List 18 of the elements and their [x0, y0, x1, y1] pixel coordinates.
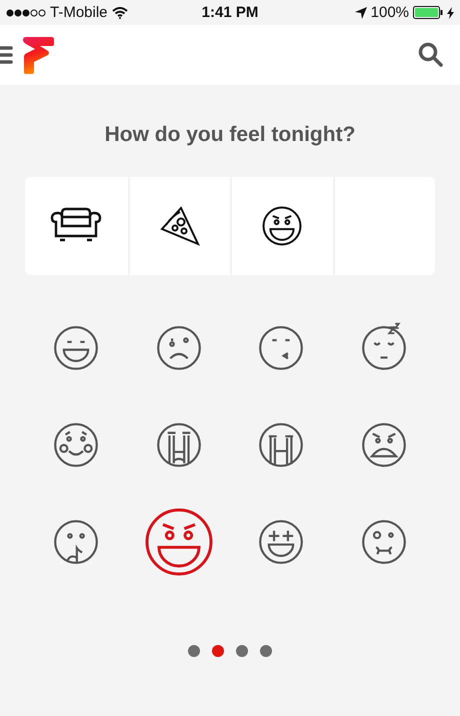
search-icon[interactable]: [418, 42, 444, 68]
menu-icon[interactable]: [0, 45, 14, 65]
wifi-icon: [112, 6, 128, 18]
battery-icon: [413, 6, 444, 19]
carrier-name: T-Mobile: [50, 4, 108, 21]
page-indicator-dot[interactable]: [212, 645, 224, 657]
clock-time: 1:41 PM: [202, 4, 258, 21]
battery-percentage: 100%: [370, 4, 410, 21]
page-indicator-dot[interactable]: [188, 645, 200, 657]
signal-strength-icon: [6, 8, 46, 16]
page-indicator-dot[interactable]: [236, 645, 248, 657]
app-logo-icon[interactable]: [23, 36, 54, 74]
pizza-slice-icon: [160, 206, 200, 246]
grinning-face-icon: [262, 206, 302, 246]
charging-bolt-icon: [447, 6, 454, 18]
page-indicator-dot[interactable]: [260, 645, 272, 657]
question-heading: How do you feel tonight?: [104, 123, 356, 147]
location-arrow-icon: [354, 6, 367, 18]
